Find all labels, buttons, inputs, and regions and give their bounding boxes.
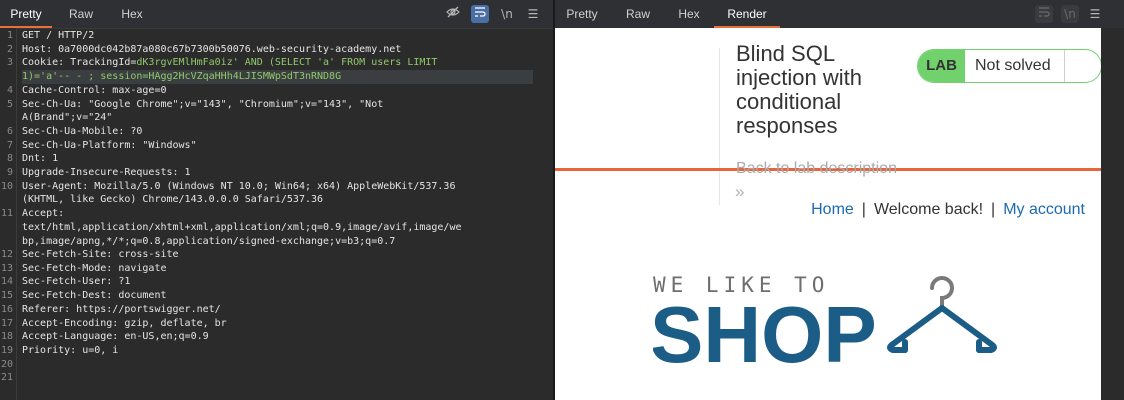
line-number: 3 [6,57,13,69]
line-number: 19 [0,345,13,356]
request-line: Referer: https://portswigger.net/ [22,303,221,315]
tab-raw[interactable]: Raw [613,0,663,28]
cookie-header-line: Cookie: TrackingId=dK3rgvEMlHmFa0iz' AND… [22,56,545,70]
request-line: User-Agent: Mozilla/5.0 (Windows NT 10.0… [22,180,456,192]
nav-separator: | [861,201,866,218]
request-line: Sec-Fetch-User: ?1 [22,276,131,288]
double-chevron-icon: » [735,182,745,201]
request-line: Sec-Ch-Ua-Mobile: ?0 [22,126,143,137]
request-line: Cache-Control: max-age=0 [22,85,167,96]
request-line: bp,image/apng,*/*;q=0.8,application/sign… [22,235,396,247]
home-link[interactable]: Home [811,201,854,218]
header-divider-line [719,48,720,205]
cookie-continuation-line: 1)='a'-- - ; session=HAgg2HcVZqaHHh4LJIS… [22,70,533,84]
request-line: Accept: [22,208,65,219]
request-line: Sec-Fetch-Dest: document [22,290,167,301]
request-line: (KHTML, like Gecko) Chrome/143.0.0.0 Saf… [22,194,324,206]
tab-hex[interactable]: Hex [667,0,711,28]
request-line: Sec-Ch-Ua: "Google Chrome";v="143", "Chr… [22,98,384,110]
line-number: 11 [0,208,13,219]
newline-icon[interactable]: \n [1061,5,1079,23]
menu-icon[interactable]: ☰ [524,5,542,23]
tab-pretty[interactable]: Pretty [555,0,609,28]
request-line: Dnt: 1 [22,153,59,165]
request-line: Upgrade-Insecure-Requests: 1 [22,167,191,178]
line-number: 14 [0,276,13,288]
my-account-link[interactable]: My account [1003,201,1085,218]
render-scrollbar[interactable] [1101,28,1124,400]
sql-injection-tail: 1)='a'-- - ; session=HAgg2HcVZqaHHh4LJIS… [22,71,342,83]
menu-icon[interactable]: ☰ [1086,5,1104,23]
request-line: Sec-Fetch-Site: cross-site [22,249,179,260]
line-number: 21 [0,372,13,384]
back-to-lab-description-link[interactable]: Back to lab description [736,160,897,178]
request-tab-bar: Pretty Raw Hex \n ☰ [0,0,553,29]
eye-slash-icon[interactable] [444,5,462,23]
line-number: 7 [6,139,13,151]
line-number: 9 [6,167,13,178]
top-nav: Home | Welcome back! | My account [811,201,1085,219]
request-line: Accept-Language: en-US,en;q=0.9 [22,331,209,343]
request-line: A(Brand";v="24" [22,112,113,124]
request-line: Sec-Ch-Ua-Platform: "Windows" [22,139,197,151]
request-line: text/html,application/xhtml+xml,applicat… [22,221,462,233]
line-number: 2 [6,43,13,55]
sql-injection-payload: dK3rgvEMlHmFa0iz' AND (SELECT 'a' FROM u… [136,57,438,69]
line-number: 13 [0,262,13,274]
rendered-page: Blind SQL injection with conditional res… [555,28,1101,400]
hanger-icon [887,276,997,353]
request-line: Priority: u=0, i [22,345,119,356]
line-number: 20 [0,358,13,370]
tab-hex[interactable]: Hex [110,0,154,28]
welcome-text: Welcome back! [873,201,984,218]
response-viewer-pane: Pretty Raw Hex Render \n ☰ Blind SQL inj… [555,0,1124,400]
line-number: 1 [6,30,13,41]
tab-render[interactable]: Render [714,0,780,28]
wrap-lines-icon[interactable] [471,5,489,23]
logo-main-text: SHOP [653,290,877,378]
response-tab-bar: Pretty Raw Hex Render \n ☰ [555,0,1124,29]
request-line: Host: 0a7000dc042b87a080c67b7300b50076.w… [22,43,402,55]
lab-title: Blind SQL injection with conditional res… [736,41,862,138]
nav-separator: | [991,201,996,218]
wrap-lines-icon[interactable] [1035,5,1053,23]
line-number: 4 [6,85,13,96]
line-number: 16 [0,303,13,315]
lab-badge-label: LAB [918,50,965,82]
lab-status-text: Not solved [965,50,1065,82]
request-line: Accept-Encoding: gzip, deflate, br [22,317,227,329]
line-number: 5 [6,98,13,110]
line-number: 6 [6,126,13,137]
request-text-area[interactable]: GET / HTTP/2 Host: 0a7000dc042b87a080c67… [22,28,545,400]
line-number-gutter: 1 2 3 4 5 6 7 8 9 10 11 12 13 14 15 16 1… [0,28,17,400]
request-editor-pane: Pretty Raw Hex \n ☰ 1 2 3 4 5 6 7 8 9 10… [0,0,553,400]
lab-status-badge: LAB Not solved [917,49,1101,83]
newline-icon[interactable]: \n [498,5,516,23]
tab-raw[interactable]: Raw [58,0,104,28]
tab-pretty[interactable]: Pretty [0,0,52,28]
request-line: Sec-Fetch-Mode: navigate [22,262,167,274]
line-number: 8 [6,153,13,165]
line-number: 12 [0,249,13,260]
line-number: 18 [0,331,13,343]
line-number: 15 [0,290,13,301]
cookie-label: Cookie: TrackingId= [22,57,137,69]
request-line: GET / HTTP/2 [22,30,95,41]
line-number: 17 [0,317,13,329]
shop-logo: WE LIKE TO SHOP [653,273,997,378]
line-number: 10 [0,180,13,192]
